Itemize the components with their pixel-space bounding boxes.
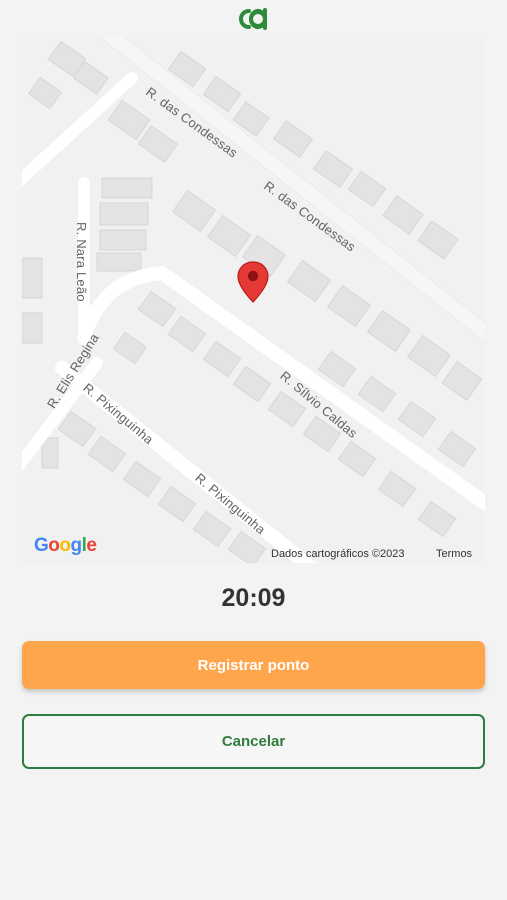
map-pin-icon[interactable] bbox=[236, 260, 270, 304]
map-terms-link[interactable]: Termos bbox=[436, 548, 472, 560]
cancel-button[interactable]: Cancelar bbox=[22, 714, 485, 769]
map-view[interactable]: R. das Condessas R. das Condessas R. Nar… bbox=[22, 38, 485, 563]
street-label-nara-leao: R. Nara Leão bbox=[74, 222, 89, 302]
google-logo: Google bbox=[34, 535, 97, 556]
current-time: 20:09 bbox=[221, 584, 286, 612]
app-screen: R. das Condessas R. das Condessas R. Nar… bbox=[0, 0, 507, 900]
cd-logo-icon bbox=[239, 8, 267, 30]
map-attribution[interactable]: Dados cartográficos ©2023 bbox=[271, 548, 404, 560]
register-point-button[interactable]: Registrar ponto bbox=[22, 641, 485, 689]
